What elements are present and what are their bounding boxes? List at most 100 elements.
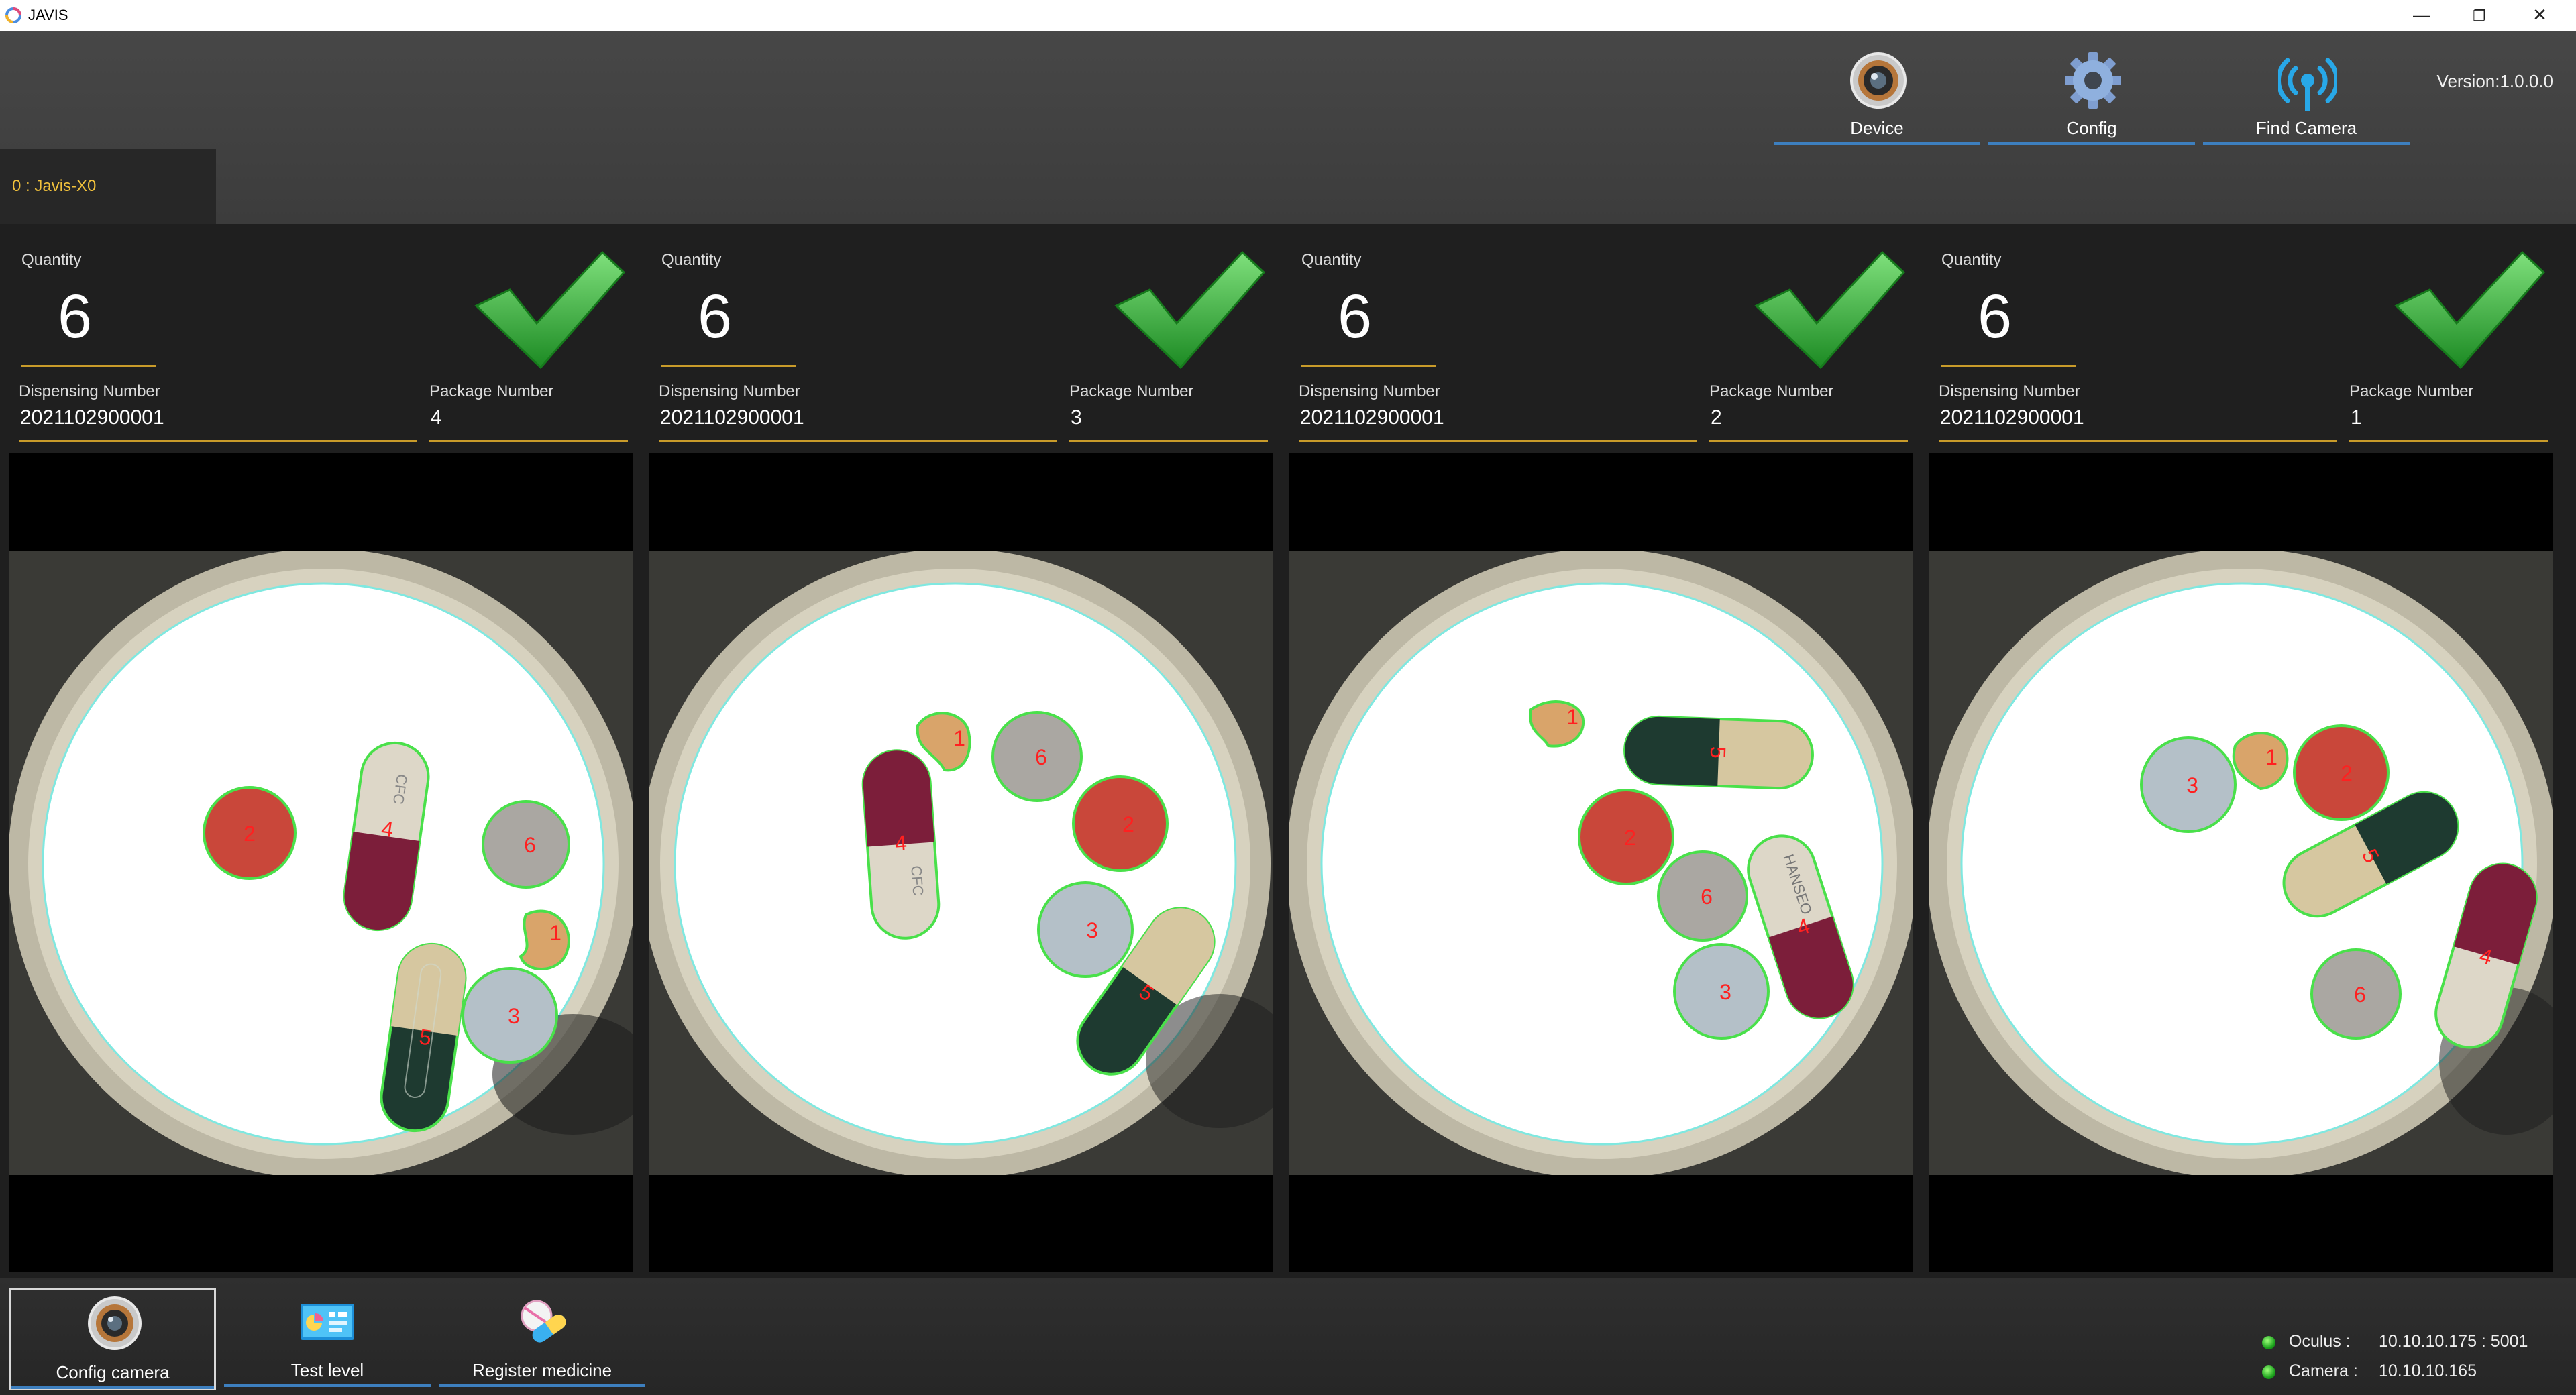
dispensing-underline [19,440,417,442]
svg-text:4: 4 [894,830,908,855]
svg-text:3: 3 [1719,980,1731,1004]
minimize-button[interactable]: — [2395,0,2449,31]
package-number-label: Package Number [2349,382,2474,400]
svg-text:2: 2 [1122,812,1134,836]
pill-3: 3 [462,967,558,1064]
header-toolbar: Device Config Find Camera Version:1.0.0.… [0,31,2576,224]
inspection-panel: Quantity 6 Dispensing Number 20211029000… [1929,239,2553,1273]
quantity-label: Quantity [1941,251,2002,269]
device-tab-label: 0 : Javis-X0 [12,177,97,195]
config-camera-button[interactable]: Config camera [9,1288,216,1390]
dispensing-number-label: Dispensing Number [659,382,800,400]
config-camera-label: Config camera [56,1362,170,1382]
svg-text:6: 6 [524,833,536,857]
webcam-icon [1850,52,1907,109]
svg-text:1: 1 [953,726,965,750]
svg-text:2: 2 [2341,761,2353,785]
pill-3: 3 [1673,943,1770,1040]
webcam-icon [88,1296,142,1350]
camera-view: 1 5 2 6 HANSEO 4 3 [1289,453,1913,1272]
camera-image: 1 5 2 6 HANSEO 4 3 [1289,551,1913,1175]
pill-2: 2 [1578,789,1674,885]
ok-check-icon [1114,250,1266,370]
test-level-label: Test level [290,1360,364,1380]
inspection-panel: Quantity 6 Dispensing Number 20211029000… [9,239,633,1273]
svg-text:3: 3 [2186,773,2198,797]
dispensing-number-value: 2021102900001 [1940,406,2084,429]
config-button[interactable]: Config [1988,40,2195,169]
package-number-value: 3 [1071,406,1082,429]
config-camera-underline [11,1386,214,1389]
camera-image: 3 1 2 5 4 6 [1929,551,2553,1175]
package-number-value: 2 [1711,406,1722,429]
find-camera-button[interactable]: Find Camera [2203,40,2410,169]
svg-text:3: 3 [508,1004,520,1028]
test-level-button[interactable]: Test level [224,1288,431,1390]
pills-icon [521,1300,566,1343]
register-medicine-button[interactable]: Register medicine [439,1288,645,1390]
package-underline [2349,440,2548,442]
pill-1: 1 [519,909,570,970]
pill-3: 3 [1037,881,1134,978]
close-button[interactable]: ✕ [2513,0,2567,31]
quantity-underline [21,365,156,367]
bottom-toolbar: Config camera Test level Register medici… [0,1278,2576,1395]
quantity-label: Quantity [21,251,82,269]
quantity-underline [1301,365,1436,367]
quantity-label: Quantity [661,251,722,269]
svg-text:2: 2 [1624,826,1636,850]
app-logo-icon [5,7,21,23]
package-number-label: Package Number [1069,382,1194,400]
restore-icon: ❐ [2473,7,2486,24]
quantity-value: 6 [698,282,733,351]
register-medicine-underline [439,1384,645,1387]
ok-check-icon [1754,250,1906,370]
version-label: Version:1.0.0.0 [2436,71,2553,91]
dispensing-number-value: 2021102900001 [20,406,164,429]
package-underline [429,440,628,442]
package-underline [1709,440,1908,442]
dispensing-underline [1939,440,2337,442]
device-underline [1774,142,1980,145]
pill-2: 2 [2293,724,2390,821]
svg-text:2: 2 [244,822,256,846]
ok-check-icon [2394,250,2546,370]
pill-5-capsule: 5 [1623,715,1814,790]
quantity-label: Quantity [1301,251,1362,269]
camera-view: 1 6 CFC 4 2 3 5 [649,453,1273,1272]
pill-6: 6 [2310,948,2402,1040]
javis-window: JAVIS — ❐ ✕ Device Config Find Camera Ve… [0,0,2576,1395]
camera-image: 1 6 CFC 4 2 3 5 [649,551,1273,1175]
ok-check-icon [474,250,626,370]
quantity-value: 6 [1978,282,2012,351]
pill-6: 6 [482,800,570,889]
dispensing-underline [659,440,1057,442]
pill-3: 3 [2140,736,2237,833]
quantity-underline [661,365,796,367]
svg-text:6: 6 [1035,745,1047,769]
camera-status-value: 10.10.10.165 [2379,1361,2477,1380]
package-number-value: 1 [2351,406,2362,429]
dispensing-underline [1299,440,1697,442]
status-led-icon [2262,1336,2275,1349]
dispensing-number-label: Dispensing Number [19,382,160,400]
quantity-value: 6 [58,282,93,351]
restore-button[interactable]: ❐ [2453,0,2506,31]
device-button[interactable]: Device [1774,40,1980,169]
device-label: Device [1850,118,1904,138]
svg-text:CFC: CFC [908,865,926,897]
oculus-status-label: Oculus : [2289,1332,2351,1351]
register-medicine-label: Register medicine [472,1360,612,1380]
quantity-underline [1941,365,2076,367]
package-underline [1069,440,1268,442]
device-tab[interactable]: 0 : Javis-X0 [0,149,216,224]
pill-2: 2 [1072,775,1169,872]
find-camera-label: Find Camera [2255,118,2357,138]
wifi-antenna-icon [2278,58,2337,111]
svg-text:5: 5 [1706,746,1731,759]
pill-6: 6 [1657,850,1748,942]
svg-text:1: 1 [549,921,561,945]
pill-4-capsule: CFC 4 [861,749,941,940]
find-camera-underline [2203,142,2410,145]
status-led-icon [2262,1365,2275,1379]
